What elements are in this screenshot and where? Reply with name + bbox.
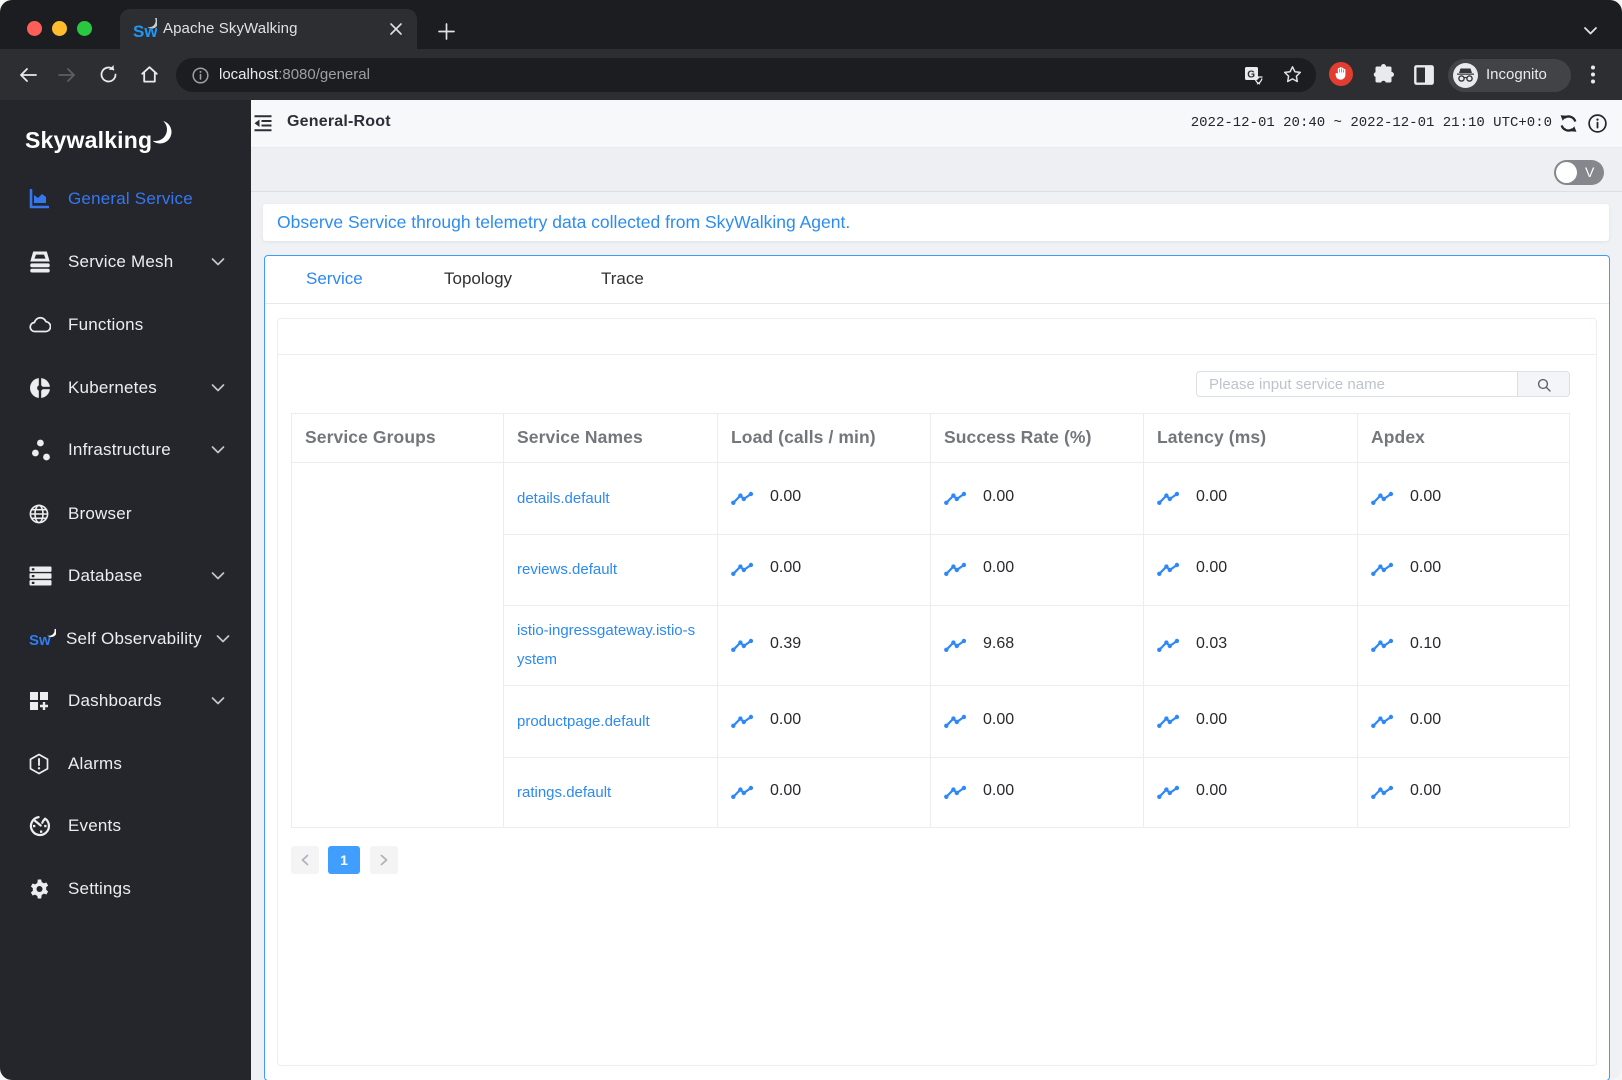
svg-text:Sw: Sw: [133, 22, 157, 41]
svg-text:G: G: [1247, 70, 1255, 81]
svg-text:Sw: Sw: [29, 632, 51, 649]
